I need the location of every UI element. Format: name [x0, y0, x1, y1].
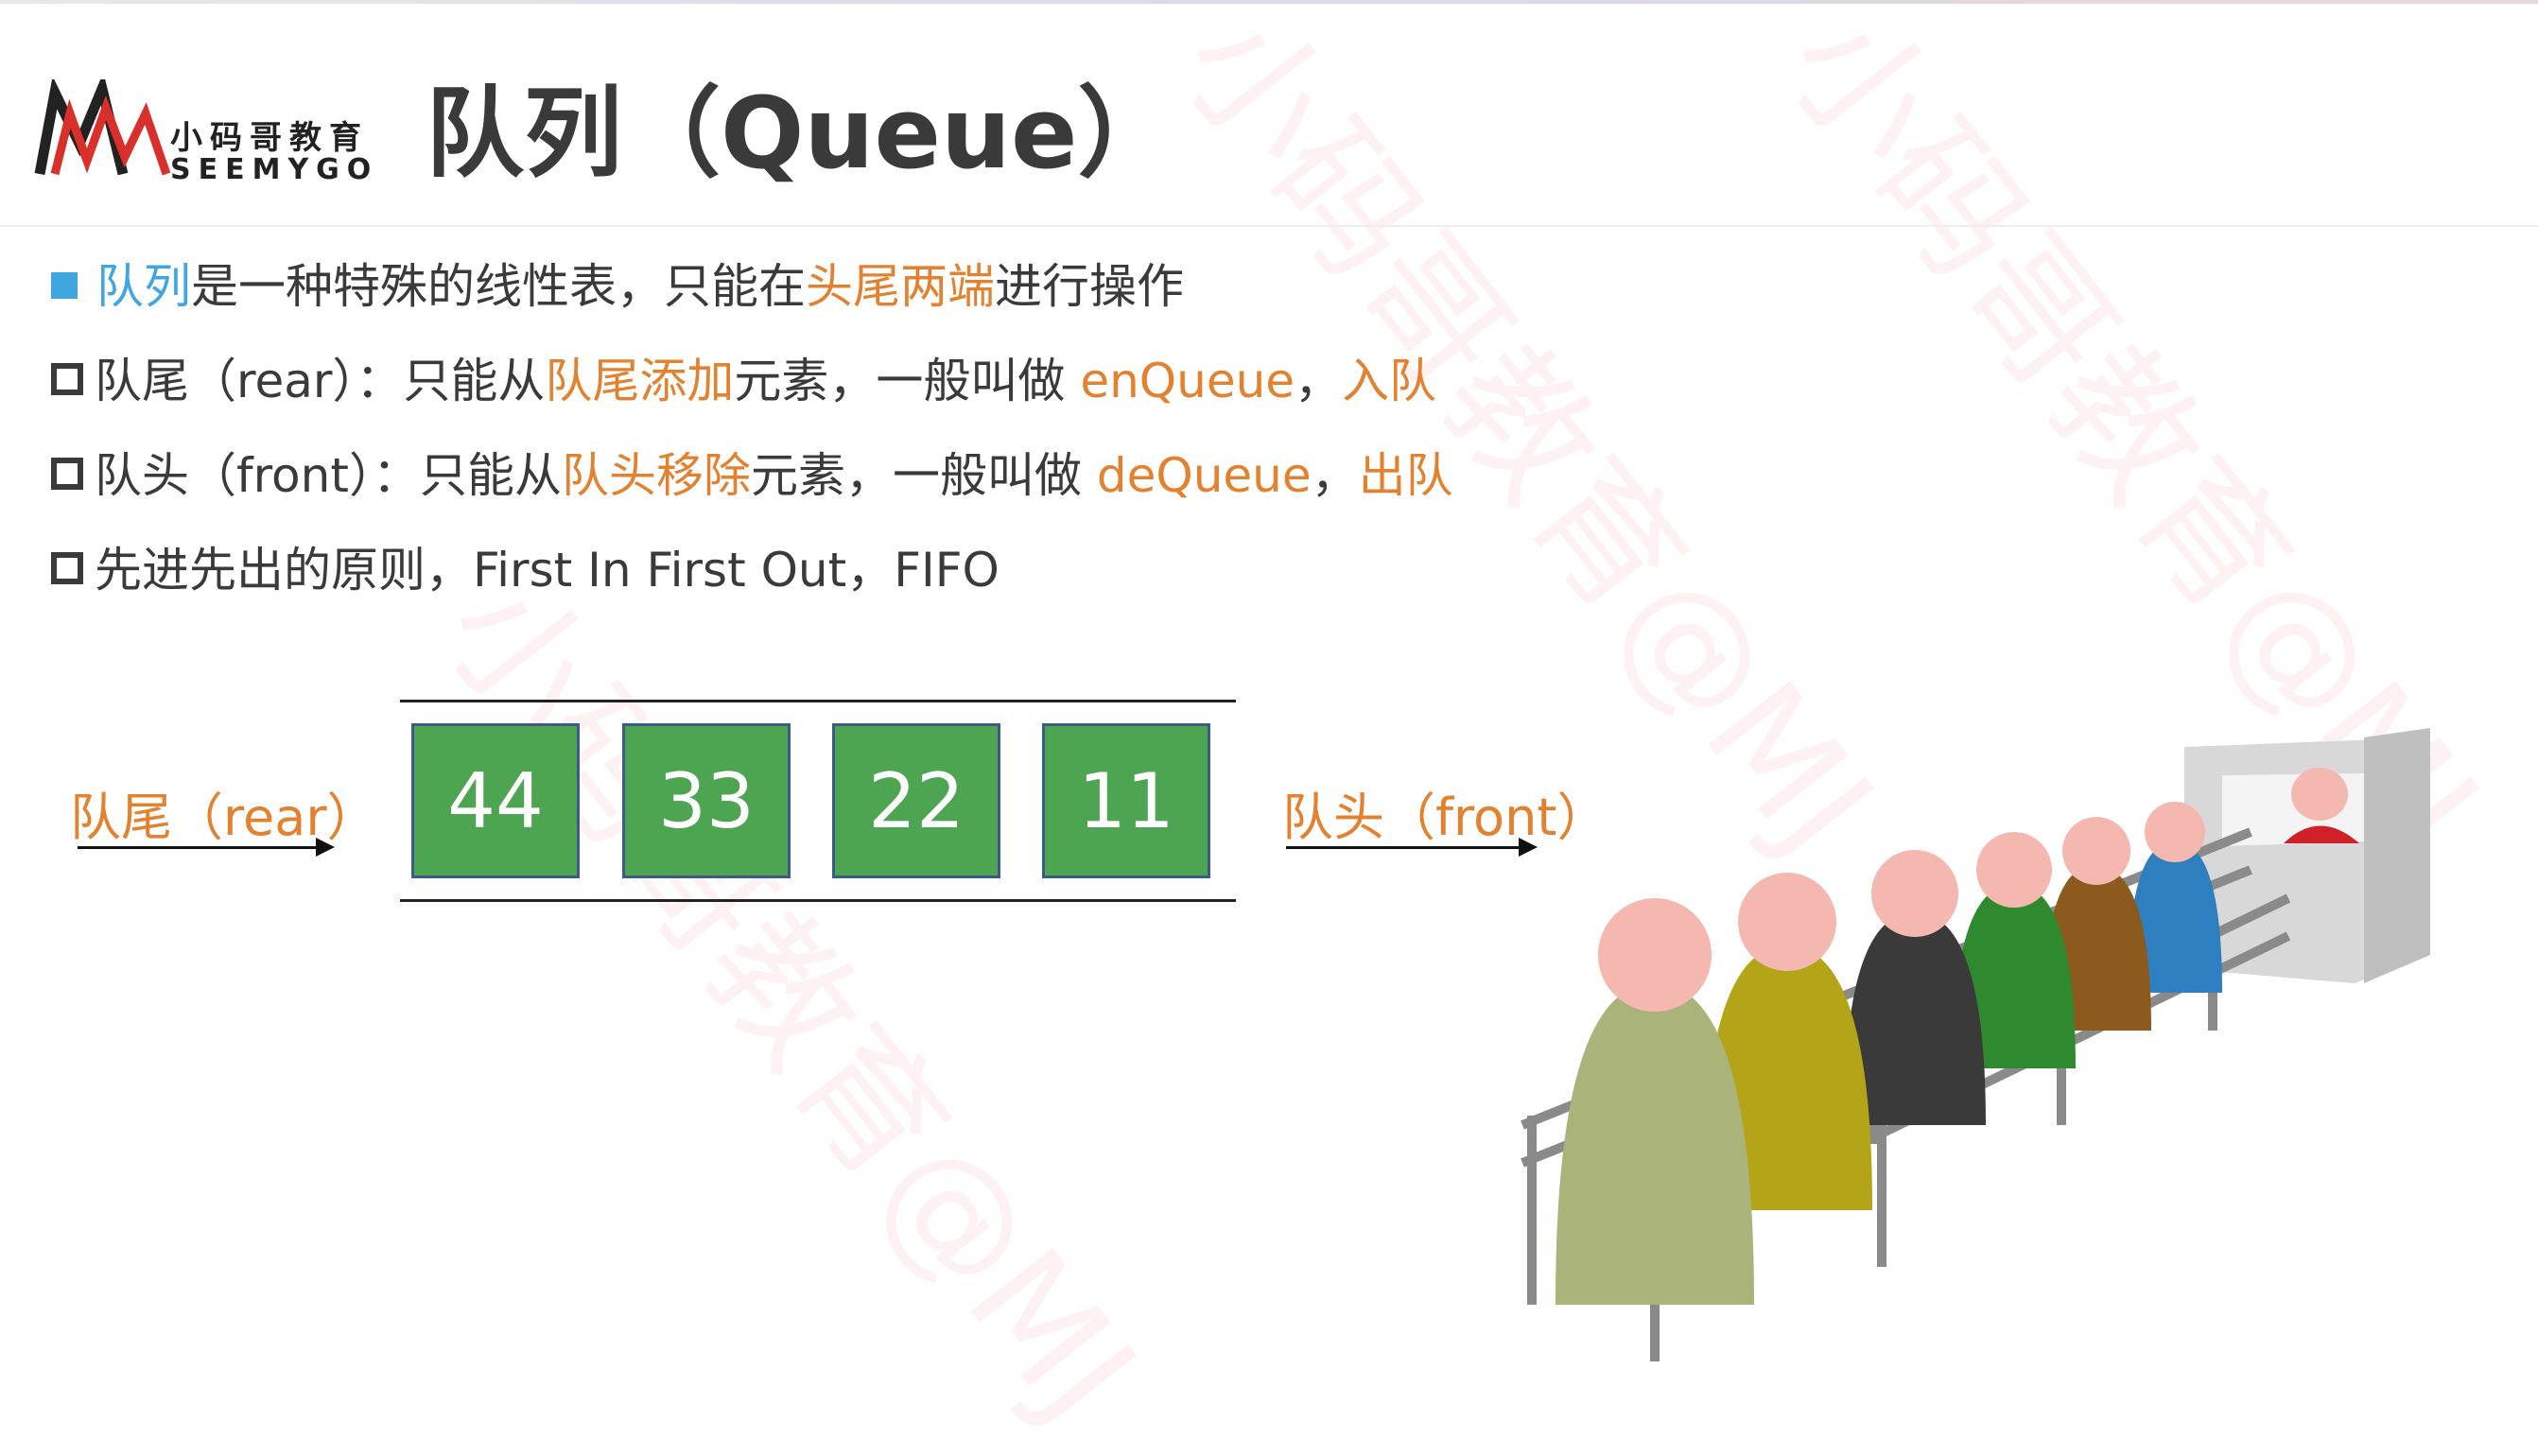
hollow-square-icon [51, 458, 83, 490]
text-segment: 先进先出的原则，First In First Out，FIFO [95, 543, 1000, 598]
bullet-rear: 队尾（rear）：只能从队尾添加元素，一般叫做 enQueue，入队 [51, 357, 1436, 405]
text-segment: ， [1295, 354, 1343, 408]
page-title: 队列（Queue） [426, 76, 1176, 191]
top-accent-line [0, 0, 2538, 4]
queue-item: 33 [622, 723, 791, 878]
person-sage [1556, 898, 1754, 1305]
highlight-rear-add: 队尾添加 [545, 354, 735, 408]
bullet-front: 队头（front）：只能从队头移除元素，一般叫做 deQueue，出队 [51, 452, 1453, 499]
logo-english-text: SEEMYGO [170, 153, 379, 186]
bullet-fifo: 先进先出的原则，First In First Out，FIFO [51, 546, 1000, 594]
people-queue-illustration [1521, 728, 2430, 1361]
header-divider [0, 225, 2538, 227]
queue-item: 11 [1042, 723, 1210, 878]
highlight-enqueue: enQueue [1080, 354, 1295, 408]
text-segment: 队尾（rear）：只能从 [95, 354, 546, 408]
text-segment: ， [1311, 448, 1359, 503]
rear-arrow-icon [78, 838, 335, 857]
logo-chinese-text: 小码哥教育 [170, 119, 369, 157]
watermark: 小码哥教育@MJ [411, 549, 1167, 1451]
highlight-enqueue-cn: 入队 [1342, 354, 1437, 408]
highlight-dequeue: deQueue [1096, 448, 1312, 503]
queue-item: 44 [411, 723, 580, 878]
text-segment: 是一种特殊的线性表，只能在 [191, 259, 806, 314]
text-segment: 元素，一般叫做 [734, 354, 1081, 408]
hollow-square-icon [51, 552, 83, 584]
text-segment: 队头（front）：只能从 [95, 448, 562, 503]
queue-item: 22 [832, 723, 1000, 878]
brand-logo: 小码哥教育 SEEMYGO [34, 79, 374, 186]
text-segment: 元素，一般叫做 [750, 448, 1097, 503]
highlight-both-ends: 头尾两端 [806, 259, 995, 314]
term-queue: 队列 [96, 259, 191, 314]
bullet-definition: 队列是一种特殊的线性表，只能在头尾两端进行操作 [51, 263, 1184, 310]
text-segment: 进行操作 [995, 259, 1184, 314]
queue-bottom-border [400, 899, 1236, 902]
highlight-dequeue-cn: 出队 [1358, 448, 1453, 503]
seemygo-logo-icon [34, 79, 171, 176]
queue-top-border [400, 700, 1236, 702]
hollow-square-icon [51, 363, 83, 395]
highlight-front-remove: 队头移除 [561, 448, 751, 503]
filled-square-icon [51, 272, 78, 299]
